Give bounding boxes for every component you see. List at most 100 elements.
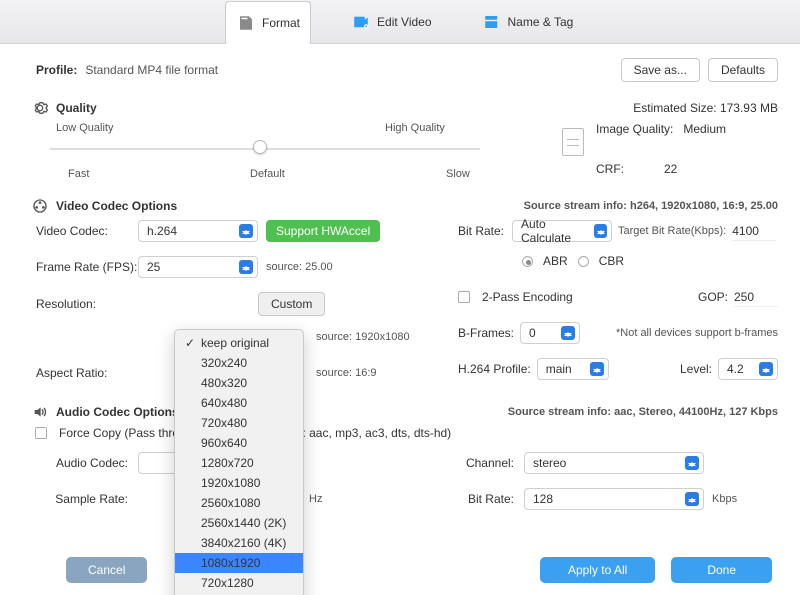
slider-low-label: Low Quality — [56, 122, 113, 134]
quality-title: Quality — [56, 101, 97, 115]
sample-rate-label: Sample Rate: — [36, 492, 128, 506]
done-button[interactable]: Done — [671, 557, 772, 583]
resolution-option[interactable]: 1080x1920 — [175, 553, 303, 573]
defaults-button[interactable]: Defaults — [708, 58, 778, 82]
hwaccel-badge[interactable]: Support HWAccel — [266, 220, 380, 242]
caret-icon — [594, 224, 607, 238]
profile-value: Standard MP4 file format — [85, 63, 218, 77]
speaker-icon — [32, 404, 48, 420]
two-pass-checkbox[interactable]: 2-Pass Encoding — [458, 290, 573, 304]
bframes-note: *Not all devices support b-frames — [616, 327, 778, 339]
resolution-dropdown[interactable]: ✓keep original 320x240 480x320 640x480 720x4… — [174, 329, 304, 595]
resolution-option[interactable]: 960x640 — [175, 433, 303, 453]
h264-profile-select[interactable]: main — [537, 358, 609, 380]
channel-value: stereo — [533, 456, 566, 470]
resolution-option[interactable]: 640x480 — [175, 393, 303, 413]
resolution-option-label: 2560x1080 — [201, 496, 260, 510]
slider-slow-label: Slow — [446, 168, 470, 180]
resolution-source: source: 1920x1080 — [316, 331, 410, 343]
audio-codec-section-header: Audio Codec Options Source stream info: … — [32, 404, 778, 420]
resolution-option[interactable]: 2560x1440 (2K) — [175, 513, 303, 533]
resolution-option-label: keep original — [201, 336, 269, 350]
resolution-option[interactable]: 1920x1080 — [175, 473, 303, 493]
resolution-option[interactable]: ✓keep original — [175, 333, 303, 353]
bframes-select[interactable]: 0 — [520, 322, 580, 344]
slider-high-label: High Quality — [385, 122, 445, 134]
tab-bar: Format Edit Video Name & Tag — [0, 0, 800, 44]
resolution-custom-button[interactable]: Custom — [258, 292, 325, 316]
audio-codec-label: Audio Codec: — [36, 456, 128, 470]
resolution-option[interactable]: 480x320 — [175, 373, 303, 393]
level-select[interactable]: 4.2 — [718, 358, 778, 380]
crf-value: 22 — [664, 162, 677, 176]
slider-default-label: Default — [250, 168, 285, 180]
audio-bitrate-unit: Kbps — [712, 493, 737, 505]
resolution-option-label: 1080x1920 — [201, 556, 260, 570]
gear-icon — [32, 100, 48, 116]
profile-row: Profile: Standard MP4 file format Save a… — [36, 58, 778, 82]
target-bitrate-value[interactable]: 4100 — [732, 222, 776, 241]
tab-name-tag[interactable]: Name & Tag — [472, 0, 584, 44]
resolution-option[interactable]: 3840x2160 (4K) — [175, 533, 303, 553]
level-label: Level: — [680, 362, 712, 376]
resolution-option[interactable]: 1280x720 — [175, 453, 303, 473]
bitrate-label: Bit Rate: — [458, 224, 512, 238]
resolution-option-label: 2560x1440 (2K) — [201, 516, 286, 530]
frame-rate-select[interactable]: 25 — [138, 256, 258, 278]
resolution-option-label: 480x320 — [201, 376, 247, 390]
tag-icon — [482, 13, 502, 31]
caret-icon — [239, 224, 253, 238]
tab-edit-video[interactable]: Edit Video — [341, 0, 442, 44]
format-icon — [236, 14, 256, 32]
tab-edit-label: Edit Video — [377, 15, 432, 29]
video-codec-value: h.264 — [147, 224, 177, 238]
resolution-option-label: 720x480 — [201, 416, 247, 430]
resolution-option-label: 720x1280 — [201, 576, 254, 590]
resolution-option[interactable]: 2560x1080 — [175, 493, 303, 513]
audio-bitrate-select[interactable]: 128 — [524, 488, 704, 510]
tab-name-label: Name & Tag — [508, 15, 574, 29]
tab-format[interactable]: Format — [225, 1, 311, 44]
audio-codec-title: Audio Codec Options — [56, 405, 179, 419]
edit-video-icon — [351, 13, 371, 31]
target-bitrate-label: Target Bit Rate(Kbps): — [618, 225, 726, 237]
cbr-radio[interactable]: CBR — [578, 254, 624, 268]
sample-rate-unit: Hz — [309, 493, 322, 505]
channel-label: Channel: — [436, 456, 514, 470]
level-value: 4.2 — [727, 362, 744, 376]
quality-slider-knob[interactable] — [253, 140, 267, 154]
video-codec-title: Video Codec Options — [56, 199, 177, 213]
resolution-label: Resolution: — [36, 297, 138, 311]
aspect-ratio-source: source: 16:9 — [316, 367, 377, 379]
resolution-option[interactable]: 320x240 — [175, 353, 303, 373]
video-codec-label: Video Codec: — [36, 224, 138, 238]
resolution-option-label: 3840x2160 (4K) — [201, 536, 286, 550]
abr-radio[interactable]: ABR — [522, 254, 568, 268]
resolution-option-label: 640x480 — [201, 396, 247, 410]
film-icon — [32, 198, 48, 214]
bitrate-select[interactable]: Auto Calculate — [512, 220, 612, 242]
h264-profile-label: H.264 Profile: — [458, 362, 531, 376]
audio-bitrate-value: 128 — [533, 492, 553, 506]
channel-select[interactable]: stereo — [524, 452, 704, 474]
resolution-option[interactable]: 720x480 — [175, 413, 303, 433]
resolution-option[interactable]: 720x1280 — [175, 573, 303, 593]
quality-section-header: Quality Estimated Size: 173.93 MB — [32, 100, 778, 116]
tab-format-label: Format — [262, 16, 300, 30]
frame-rate-label: Frame Rate (FPS): — [36, 260, 138, 274]
image-quality-value: Medium — [683, 122, 726, 136]
slider-fast-label: Fast — [68, 168, 89, 180]
bframes-value: 0 — [529, 326, 536, 340]
content-area: Profile: Standard MP4 file format Save a… — [0, 44, 800, 524]
frame-rate-source: source: 25.00 — [266, 261, 333, 273]
resolution-option-label: 1920x1080 — [201, 476, 260, 490]
cancel-button[interactable]: Cancel — [66, 557, 147, 583]
resolution-option-label: 320x240 — [201, 356, 247, 370]
h264-profile-value: main — [546, 362, 572, 376]
save-as-button[interactable]: Save as... — [621, 58, 700, 82]
gop-value[interactable]: 250 — [734, 288, 778, 307]
profile-label: Profile: — [36, 63, 77, 77]
frame-rate-value: 25 — [147, 260, 160, 274]
apply-to-all-button[interactable]: Apply to All — [540, 557, 655, 583]
video-codec-select[interactable]: h.264 — [138, 220, 258, 242]
